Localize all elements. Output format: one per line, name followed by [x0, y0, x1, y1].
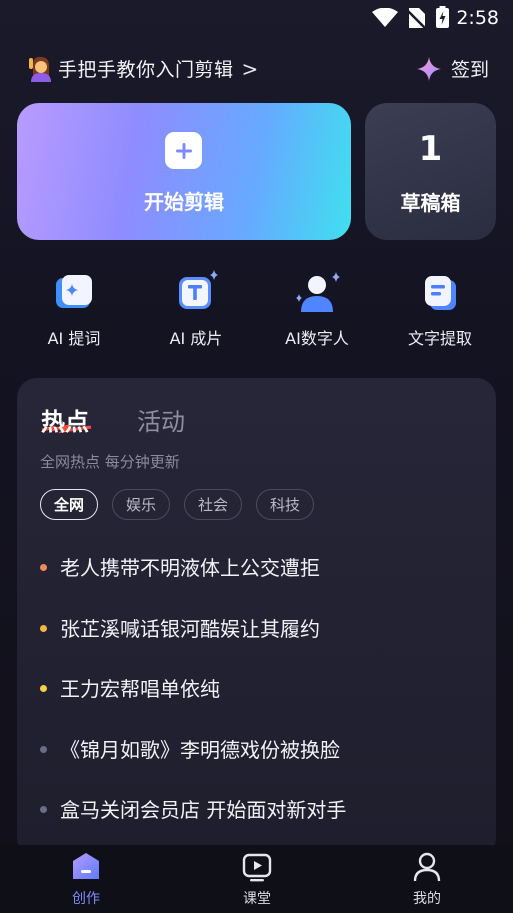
tab-activity[interactable]: 活动 — [137, 402, 185, 437]
tool-label: AI 成片 — [169, 329, 223, 348]
news-title: 张芷溪喊话银河酷娱让其履约 — [60, 616, 320, 641]
drafts-count: 1 — [418, 129, 443, 169]
category-chips: 全网 娱乐 社会 科技 — [40, 489, 315, 520]
nav-label: 我的 — [413, 891, 441, 907]
create-icon — [73, 853, 99, 879]
header: 手把手教你入门剪辑 > 签到 — [28, 52, 489, 86]
rank-dot — [40, 745, 47, 753]
tab-hot[interactable]: 热点 — [41, 402, 89, 437]
nav-label: 创作 — [72, 891, 100, 907]
wifi-icon — [372, 8, 398, 27]
sparkle-icon — [416, 56, 441, 81]
list-item[interactable]: 盒马关闭会员店 开始面对新对手 — [40, 788, 476, 849]
ai-prompter-icon — [56, 275, 92, 308]
profile-icon — [413, 852, 441, 882]
text-extract-icon — [425, 276, 456, 310]
tool-ai-video[interactable]: AI 成片 — [141, 270, 251, 349]
list-item[interactable]: 《锦月如歌》李明德戏份被换脸 — [40, 728, 476, 789]
status-bar: 2:58 — [0, 0, 513, 36]
news-title: 盒马关闭会员店 开始面对新对手 — [60, 798, 347, 822]
news-title: 《锦月如歌》李明德戏份被换脸 — [60, 737, 340, 762]
checkin-button[interactable]: 签到 — [416, 55, 489, 82]
chip-society[interactable]: 社会 — [184, 489, 243, 520]
news-title: 王力宏帮唱单依纯 — [60, 677, 220, 701]
list-item[interactable]: 张芷溪喊话银河酷娱让其履约 — [40, 607, 476, 668]
chevron-right-icon: > — [241, 56, 259, 81]
rank-dot — [40, 624, 47, 632]
raising-hand-woman-icon — [29, 56, 51, 82]
list-item[interactable]: 老人携带不明液体上公交遭拒 — [40, 546, 476, 607]
nav-profile[interactable]: 我的 — [387, 851, 467, 908]
ai-video-icon — [179, 270, 218, 309]
checkin-label: 签到 — [450, 59, 489, 81]
drafts-card[interactable]: 1 草稿箱 — [365, 103, 496, 240]
list-item[interactable]: 王力宏帮唱单依纯 — [40, 667, 476, 728]
hot-news-list: 老人携带不明液体上公交遭拒 张芷溪喊话银河酷娱让其履约 王力宏帮唱单依纯 《锦月… — [40, 546, 476, 849]
rank-dot — [40, 564, 47, 571]
bottom-nav: 创作 课堂 我的 — [0, 845, 513, 913]
plus-icon — [165, 132, 202, 169]
no-sim-icon — [407, 8, 425, 28]
nav-label: 课堂 — [243, 891, 271, 907]
nav-classroom[interactable]: 课堂 — [217, 851, 297, 908]
tutorial-link[interactable]: 手把手教你入门剪辑 > — [28, 55, 258, 82]
rank-dot — [40, 806, 47, 813]
start-editing-label: 开始剪辑 — [144, 190, 224, 214]
drafts-label: 草稿箱 — [400, 191, 461, 215]
chip-all[interactable]: 全网 — [40, 489, 99, 520]
battery-charging-icon — [436, 6, 449, 28]
tutorial-text: 手把手教你入门剪辑 — [58, 59, 234, 81]
status-time: 2:58 — [456, 7, 499, 29]
news-title: 老人携带不明液体上公交遭拒 — [60, 556, 320, 580]
classroom-icon — [242, 853, 272, 882]
nav-create[interactable]: 创作 — [46, 851, 126, 908]
hot-subtitle: 全网热点 每分钟更新 — [40, 453, 180, 471]
ai-avatar-icon — [296, 272, 340, 312]
hot-topics-panel: 热点 活动 全网热点 每分钟更新 全网 娱乐 社会 科技 老人携带不明液体上公交… — [17, 378, 496, 858]
tool-label: 文字提取 — [407, 329, 472, 348]
start-editing-card[interactable]: 开始剪辑 — [17, 103, 351, 240]
chip-tech[interactable]: 科技 — [256, 489, 315, 520]
tool-text-extract[interactable]: 文字提取 — [385, 270, 495, 349]
tool-label: AI数字人 — [285, 329, 349, 348]
chip-entertainment[interactable]: 娱乐 — [112, 489, 171, 520]
rank-dot — [40, 685, 47, 692]
tool-ai-avatar[interactable]: AI数字人 — [262, 270, 372, 349]
tool-label: AI 提词 — [47, 329, 101, 348]
tool-ai-prompter[interactable]: AI 提词 — [19, 270, 129, 349]
